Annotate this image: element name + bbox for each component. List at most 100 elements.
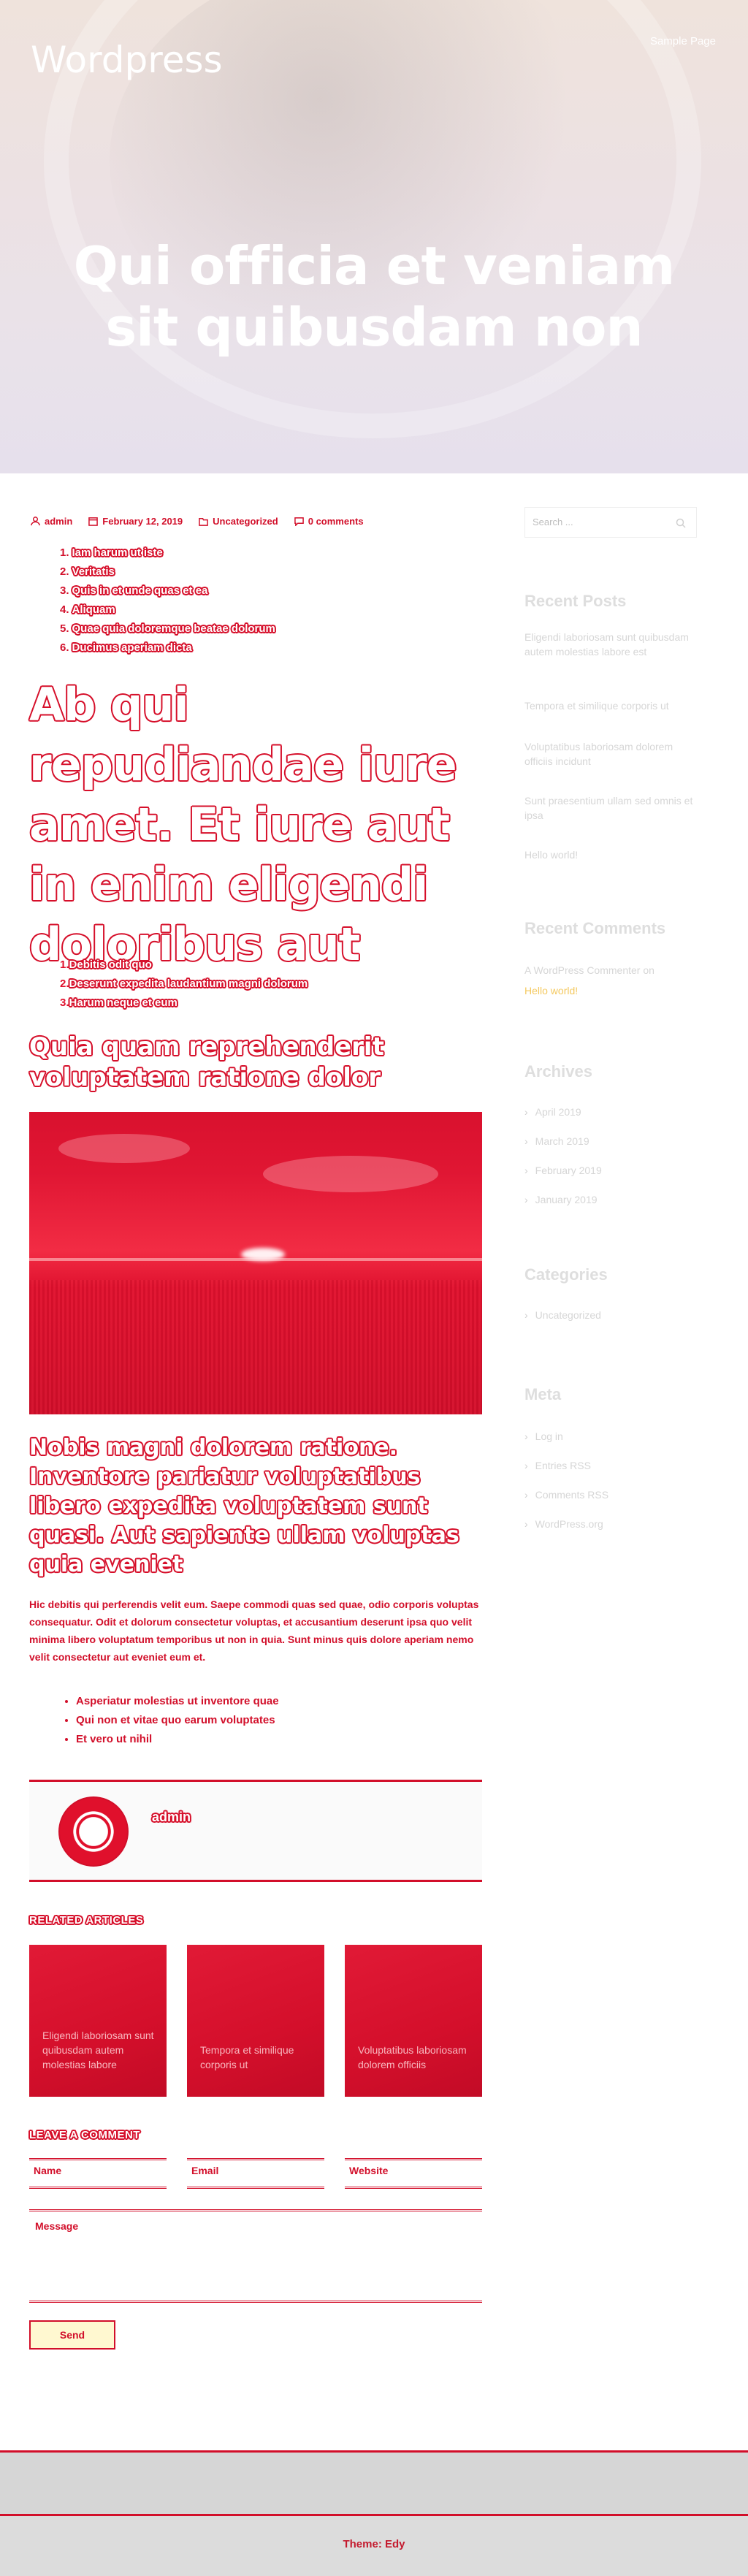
photo-field xyxy=(29,1280,482,1414)
name-field-label: Name xyxy=(34,2165,62,2176)
post-section-heading: Ab qui repudiandae iure amet. Et iure au… xyxy=(29,678,457,971)
search-placeholder: Search ... xyxy=(533,517,573,527)
comment-on-text: on xyxy=(643,964,654,976)
author-name-link[interactable]: admin xyxy=(152,1810,191,1825)
site-title-link[interactable]: Wordpress xyxy=(31,34,243,86)
toc-item[interactable]: 2.Deserunt expedita laudantium magni dol… xyxy=(60,975,308,994)
search-icon[interactable] xyxy=(676,518,686,528)
meta-author-label: admin xyxy=(45,516,73,527)
meta-link-entries-rss[interactable]: Entries RSS xyxy=(524,1451,608,1480)
website-field[interactable]: Website xyxy=(345,2158,482,2189)
meta-link-login[interactable]: Log in xyxy=(524,1422,608,1451)
related-article-title: Voluptatibus laboriosam dolorem officiis xyxy=(358,2044,467,2070)
related-article-card[interactable]: Eligendi laboriosam sunt quibusdam autem… xyxy=(29,1945,167,2097)
toc-item[interactable]: 1. Iam harum ut iste xyxy=(60,544,275,563)
archives-list: April 2019 March 2019 February 2019 Janu… xyxy=(524,1097,602,1214)
toc-item[interactable]: 5. Quae quia doloremque beatae dolorum xyxy=(60,620,275,639)
meta-date[interactable]: February 12, 2019 xyxy=(88,516,183,527)
meta-category[interactable]: Uncategorized xyxy=(199,516,278,527)
toc-item[interactable]: 3. Quis in et unde quas et ea xyxy=(60,582,275,601)
toc-item[interactable]: 3.Harum neque et eum xyxy=(60,994,308,1013)
toc-num: 2. xyxy=(60,565,69,578)
recent-post-link[interactable]: Voluptatibus laboriosam dolorem officiis… xyxy=(524,739,697,769)
toc-num: 4. xyxy=(60,603,69,616)
toc-text: Quae quia doloremque beatae dolorum xyxy=(72,622,275,635)
archive-link[interactable]: January 2019 xyxy=(524,1185,602,1214)
meta-link-comments-rss[interactable]: Comments RSS xyxy=(524,1480,608,1509)
meta-link-wordpress[interactable]: WordPress.org xyxy=(524,1509,608,1539)
related-article-card[interactable]: Voluptatibus laboriosam dolorem officiis xyxy=(345,1945,482,2097)
categories-list: Uncategorized xyxy=(524,1300,601,1330)
comment-post-link[interactable]: Hello world! xyxy=(524,985,578,997)
avatar[interactable] xyxy=(58,1796,129,1867)
toc-item[interactable]: 1.Debitis odit quo xyxy=(60,956,308,975)
recent-posts-title: Recent Posts xyxy=(524,592,627,610)
recent-post-link[interactable]: Sunt praesentium ullam sed omnis et ipsa xyxy=(524,793,697,823)
message-field[interactable]: Message xyxy=(29,2209,482,2303)
meta-category-label: Uncategorized xyxy=(213,516,278,527)
post-paragraph: Hic debitis qui perferendis velit eum. S… xyxy=(29,1598,479,1663)
recent-comments-title: Recent Comments xyxy=(524,919,666,937)
name-field[interactable]: Name xyxy=(29,2158,167,2189)
list-item: Qui non et vitae quo earum voluptates xyxy=(76,1711,279,1730)
user-icon xyxy=(31,517,40,526)
meta-title: Meta xyxy=(524,1385,562,1403)
related-article-card[interactable]: Tempora et similique corporis ut xyxy=(187,1945,324,2097)
related-articles-label: RELATED ARTICLES xyxy=(29,1914,144,1927)
toc-item[interactable]: 2. Veritatis xyxy=(60,563,275,582)
leave-comment-label: LEAVE A COMMENT xyxy=(29,2129,140,2141)
email-field[interactable]: Email xyxy=(187,2158,324,2189)
related-article-title: Eligendi laboriosam sunt quibusdam autem… xyxy=(42,2030,154,2070)
list-item: Asperiatur molestias ut inventore quae xyxy=(76,1692,279,1711)
comment-author-link[interactable]: A WordPress Commenter xyxy=(524,964,640,976)
recent-comment: A WordPress Commenter on Hello world! xyxy=(524,960,697,1001)
toc-num: 2. xyxy=(60,978,69,990)
message-field-label: Message xyxy=(35,2220,79,2232)
toc-item[interactable]: 4. Aliquam xyxy=(60,601,275,620)
meta-author[interactable]: admin xyxy=(31,516,72,527)
hero-banner: Wordpress Sample Page Qui officia et ven… xyxy=(0,0,748,473)
archive-link[interactable]: March 2019 xyxy=(524,1127,602,1156)
toc-text: Harum neque et eum xyxy=(69,997,178,1009)
post-hero-title: Qui officia et veniam sit quibusdam non xyxy=(73,235,676,358)
toc-text: Veritatis xyxy=(72,565,115,578)
photo-cloud xyxy=(263,1156,438,1192)
post-image-field-sunset xyxy=(29,1112,482,1414)
send-button[interactable]: Send xyxy=(29,2320,115,2350)
meta-comments[interactable]: 0 comments xyxy=(294,516,364,527)
table-of-contents-secondary: 1.Debitis odit quo 2.Deserunt expedita l… xyxy=(60,956,308,1013)
search-input[interactable]: Search ... xyxy=(524,507,697,538)
photo-cloud xyxy=(58,1134,190,1163)
related-article-title: Tempora et similique corporis ut xyxy=(200,2044,294,2070)
toc-text: Aliquam xyxy=(72,603,115,616)
footer-widgets xyxy=(0,2450,748,2516)
list-item: Et vero ut nihil xyxy=(76,1730,279,1749)
toc-text: Ducimus aperiam dicta xyxy=(72,641,192,654)
archive-link[interactable]: February 2019 xyxy=(524,1156,602,1185)
toc-text: Deserunt expedita laudantium magni dolor… xyxy=(69,978,308,990)
post-meta: admin February 12, 2019 Uncategorized 0 … xyxy=(31,516,364,527)
category-link[interactable]: Uncategorized xyxy=(524,1300,601,1330)
website-field-label: Website xyxy=(349,2165,389,2176)
toc-text: Debitis odit quo xyxy=(69,959,152,971)
recent-post-link[interactable]: Eligendi laboriosam sunt quibusdam autem… xyxy=(524,630,697,659)
photo-sun xyxy=(241,1248,285,1261)
comment-icon xyxy=(294,517,304,526)
toc-num: 3. xyxy=(60,997,69,1009)
nav-sample-page[interactable]: Sample Page xyxy=(650,35,716,47)
recent-post-link[interactable]: Tempora et similique corporis ut xyxy=(524,698,697,713)
toc-text: Iam harum ut iste xyxy=(72,546,163,559)
archives-title: Archives xyxy=(524,1062,592,1081)
footer: Theme: Edy xyxy=(0,2516,748,2576)
author-box: admin xyxy=(29,1780,482,1882)
archive-link[interactable]: April 2019 xyxy=(524,1097,602,1127)
recent-post-link[interactable]: Hello world! xyxy=(524,847,697,862)
footer-credit[interactable]: Theme: Edy xyxy=(0,2538,748,2550)
toc-num: 3. xyxy=(60,584,69,597)
post-bullet-list: Asperiatur molestias ut inventore quae Q… xyxy=(76,1692,279,1749)
toc-item[interactable]: 6. Ducimus aperiam dicta xyxy=(60,639,275,658)
toc-num: 1. xyxy=(60,959,69,971)
toc-num: 5. xyxy=(60,622,69,635)
categories-title: Categories xyxy=(524,1265,608,1284)
post-subheading: Quia quam reprehenderit voluptatem ratio… xyxy=(29,1032,384,1092)
